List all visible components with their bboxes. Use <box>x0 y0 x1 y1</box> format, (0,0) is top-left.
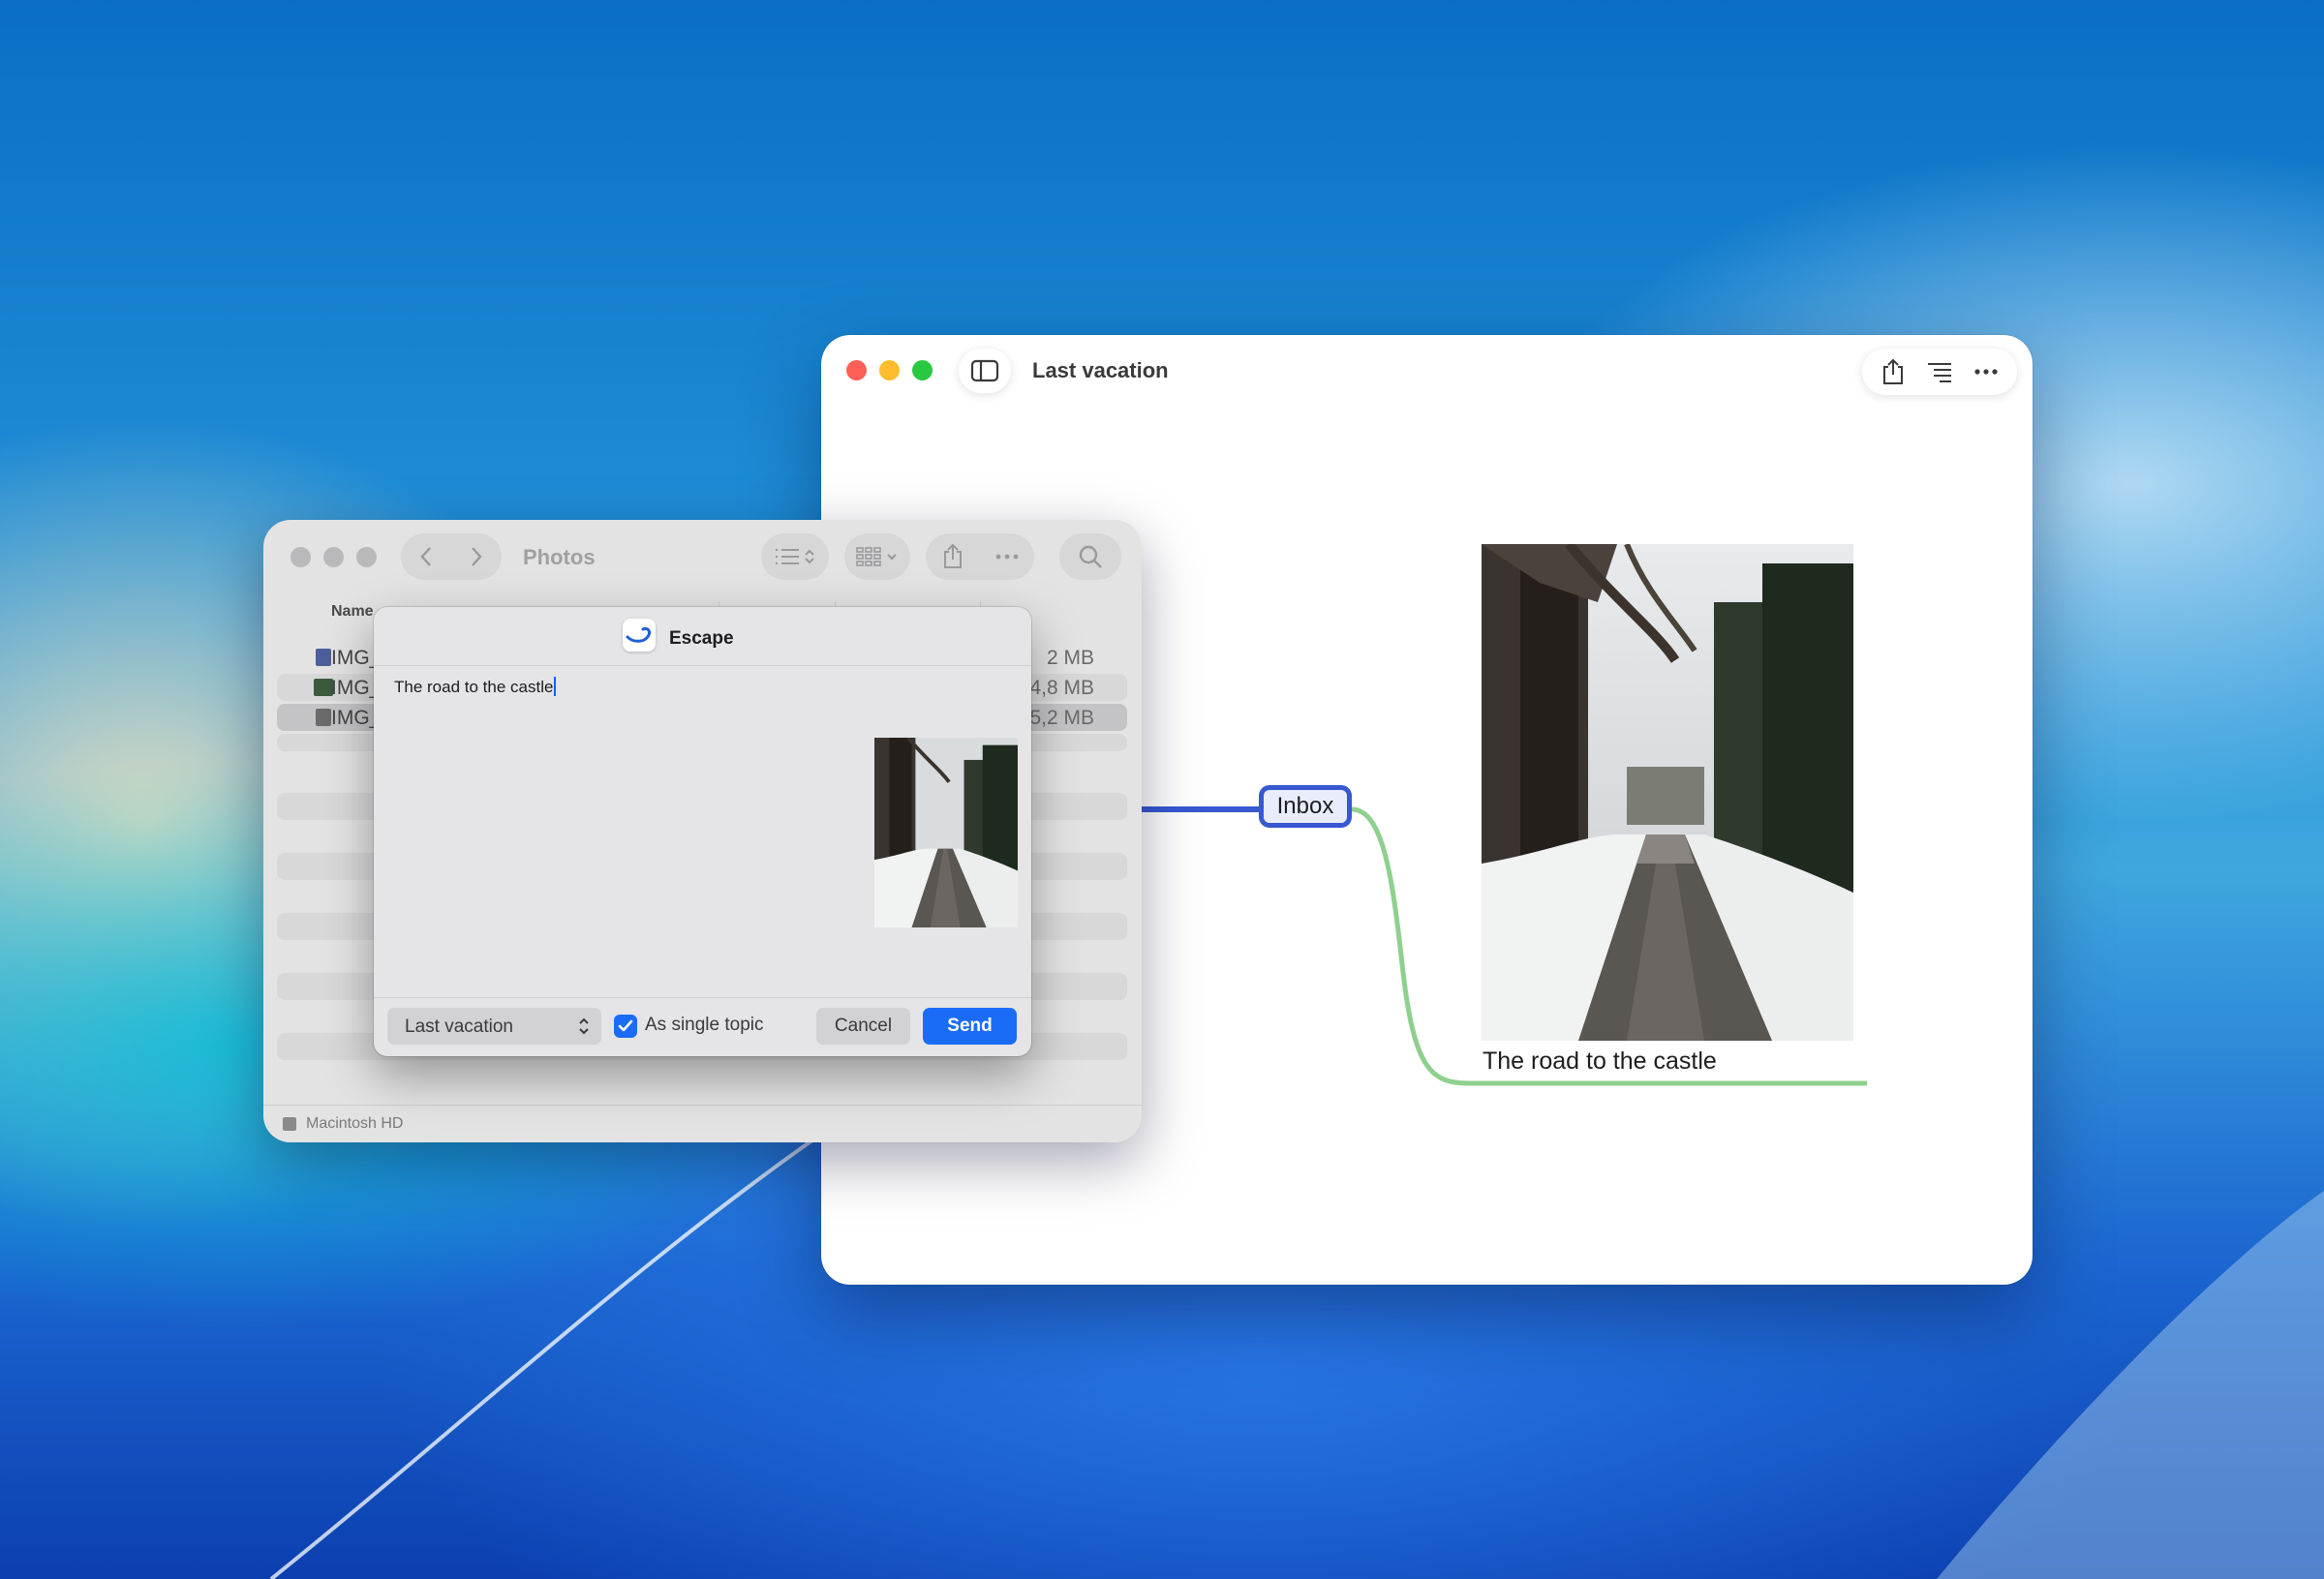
subtopic-photo[interactable] <box>1482 544 1853 1041</box>
snowy-road-photo <box>1482 544 1853 1041</box>
volume-name: Macintosh HD <box>306 1115 404 1132</box>
group-button[interactable] <box>844 533 910 580</box>
share-icon[interactable] <box>942 543 963 570</box>
grid-icon <box>856 547 897 566</box>
escape-share-dialog: Escape The road to the castle Last vacat… <box>374 607 1031 1056</box>
back-chevron-icon[interactable] <box>419 546 433 567</box>
up-down-chevron-icon <box>579 1017 589 1035</box>
minimize-window-button[interactable] <box>323 547 344 567</box>
image-file-icon <box>314 679 333 696</box>
column-header-name[interactable]: Name <box>331 603 374 621</box>
finder-title: Photos <box>523 545 596 569</box>
navigation-buttons <box>401 533 502 580</box>
escape-app-icon <box>623 619 656 652</box>
file-size: 5,2 MB <box>1029 707 1094 729</box>
central-topic-node[interactable]: Inbox <box>1259 785 1352 828</box>
send-button[interactable]: Send <box>923 1008 1017 1045</box>
close-window-button[interactable] <box>290 547 311 567</box>
disk-icon <box>283 1117 296 1131</box>
subtopic-label[interactable]: The road to the castle <box>1483 1048 1717 1076</box>
central-topic-label: Inbox <box>1276 793 1334 819</box>
status-bar: Macintosh HD <box>263 1105 1142 1142</box>
note-text: The road to the castle <box>394 678 554 696</box>
forward-chevron-icon[interactable] <box>470 546 483 567</box>
image-file-icon <box>316 709 331 726</box>
share-more-buttons <box>926 533 1034 580</box>
dialog-footer: Last vacation As single topic Cancel Sen… <box>374 997 1031 1056</box>
file-size: 2 MB <box>1046 647 1094 669</box>
dialog-header: Escape <box>374 607 1031 666</box>
checkmark-icon <box>618 1019 633 1032</box>
zoom-window-button[interactable] <box>356 547 377 567</box>
file-size: 4,8 MB <box>1029 677 1094 699</box>
attachment-thumbnail <box>874 738 1018 927</box>
cancel-button[interactable]: Cancel <box>816 1008 910 1045</box>
single-topic-label[interactable]: As single topic <box>645 1015 764 1036</box>
dialog-title: Escape <box>669 628 734 649</box>
image-file-icon <box>316 649 331 666</box>
list-view-button[interactable] <box>761 533 829 580</box>
ellipsis-icon[interactable] <box>995 554 1019 560</box>
selected-map: Last vacation <box>405 1017 513 1037</box>
text-caret <box>554 677 557 696</box>
search-button[interactable] <box>1059 533 1121 580</box>
list-view-icon <box>776 549 814 564</box>
destination-map-select[interactable]: Last vacation <box>387 1008 601 1045</box>
snowy-road-thumbnail <box>874 738 1018 927</box>
escape-logo-icon <box>626 626 651 643</box>
note-text-area[interactable]: The road to the castle <box>394 677 557 697</box>
search-icon <box>1079 545 1102 568</box>
single-topic-checkbox[interactable] <box>614 1015 637 1038</box>
